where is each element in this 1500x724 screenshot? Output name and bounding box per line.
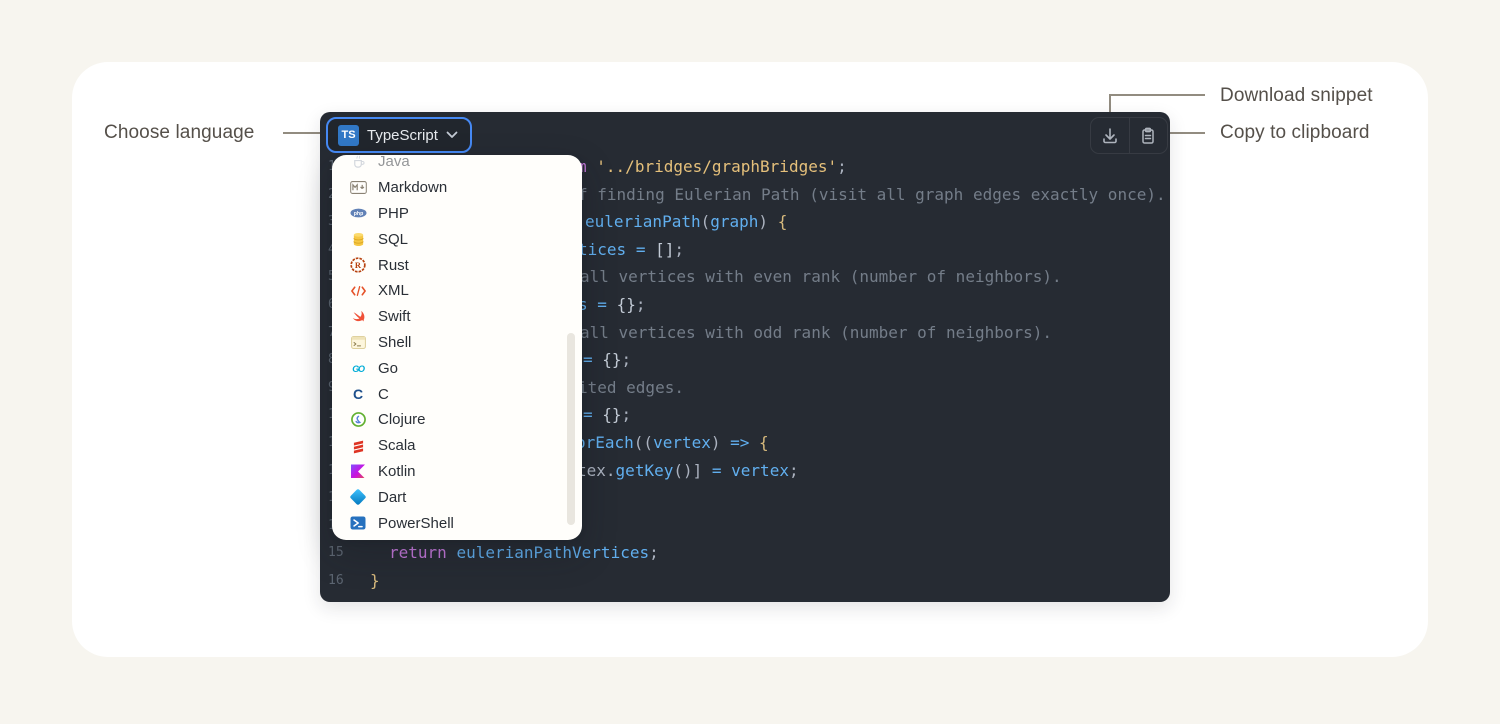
- xml-icon: [349, 282, 367, 300]
- svg-text:C: C: [353, 387, 363, 401]
- choose-language-label: Choose language: [104, 122, 254, 144]
- dropdown-item-kotlin[interactable]: Kotlin: [332, 459, 582, 485]
- line-number: 15: [328, 539, 348, 567]
- dropdown-item-label: XML: [378, 282, 409, 299]
- code-line: return eulerianPathVertices;: [389, 539, 659, 567]
- dropdown-item-label: SQL: [378, 231, 408, 248]
- dropdown-item-label: Scala: [378, 437, 416, 454]
- scala-icon: [349, 437, 367, 455]
- dropdown-item-scala[interactable]: Scala: [332, 433, 582, 459]
- sql-icon: [349, 230, 367, 248]
- code-line: tex.getKey()] = vertex;: [577, 457, 799, 485]
- dropdown-item-rust[interactable]: R Rust: [332, 252, 582, 278]
- svg-text:GO: GO: [352, 364, 365, 373]
- code-line: f finding Eulerian Path (visit all graph…: [578, 181, 1166, 209]
- dropdown-item-label: Markdown: [378, 179, 447, 196]
- dropdown-item-label: Clojure: [378, 411, 426, 428]
- dropdown-item-label: PowerShell: [378, 515, 454, 532]
- code-line: all vertices with even rank (number of n…: [580, 263, 1062, 291]
- download-icon: [1100, 126, 1120, 146]
- svg-text:php: php: [353, 212, 363, 218]
- typescript-logo-icon: TS: [338, 125, 359, 146]
- go-icon: GO: [349, 359, 367, 377]
- dropdown-item-php[interactable]: php PHP: [332, 201, 582, 227]
- dropdown-item-c[interactable]: CC: [332, 381, 582, 407]
- code-line: all vertices with odd rank (number of ne…: [580, 319, 1052, 347]
- svg-text:R: R: [355, 260, 362, 270]
- dropdown-item-sql[interactable]: SQL: [332, 226, 582, 252]
- download-snippet-label: Download snippet: [1220, 85, 1373, 107]
- dropdown-item-label: C: [378, 386, 389, 403]
- shell-icon: [349, 333, 367, 351]
- dropdown-item-go[interactable]: GO Go: [332, 355, 582, 381]
- line-number: 16: [328, 567, 348, 595]
- code-line: m '../bridges/graphBridges';: [577, 153, 847, 181]
- dropdown-item-label: Dart: [378, 489, 406, 506]
- dart-icon: [349, 488, 367, 506]
- code-line: }: [370, 567, 380, 595]
- code-line: eulerianPath(graph) {: [585, 208, 787, 236]
- dropdown-item-xml[interactable]: XML: [332, 278, 582, 304]
- dropdown-item-dart[interactable]: Dart: [332, 484, 582, 510]
- copy-connector: [1167, 132, 1205, 134]
- dropdown-item-swift[interactable]: Swift: [332, 304, 582, 330]
- php-icon: php: [349, 204, 367, 222]
- clipboard-icon: [1138, 126, 1158, 146]
- download-connector-horizontal: [1109, 94, 1205, 96]
- powershell-icon: [349, 514, 367, 532]
- markdown-icon: [349, 179, 367, 197]
- code-line: orEach((vertex) => {: [576, 429, 769, 457]
- swift-icon: [349, 308, 367, 326]
- language-selector-value: TypeScript: [367, 127, 438, 144]
- language-dropdown-list: Java Markdown php PHP SQL R Rust XML Swift Shell G…: [332, 155, 582, 536]
- copy-to-clipboard-label: Copy to clipboard: [1220, 122, 1370, 144]
- download-connector-vertical: [1109, 94, 1111, 114]
- dropdown-item-java[interactable]: Java: [332, 155, 582, 175]
- dropdown-item-label: Go: [378, 360, 398, 377]
- code-line: = {};: [583, 346, 631, 374]
- dropdown-item-label: Rust: [378, 257, 409, 274]
- dropdown-item-clojure[interactable]: Clojure: [332, 407, 582, 433]
- code-line: s = {};: [578, 291, 645, 319]
- dropdown-item-label: Swift: [378, 308, 411, 325]
- dropdown-item-shell[interactable]: Shell: [332, 330, 582, 356]
- dropdown-item-label: Kotlin: [378, 463, 416, 480]
- choose-language-connector: [283, 132, 323, 134]
- dropdown-item-powershell[interactable]: PowerShell: [332, 510, 582, 536]
- dropdown-item-label: Shell: [378, 334, 411, 351]
- code-line: tices = [];: [578, 236, 684, 264]
- dropdown-item-label: Java: [378, 155, 410, 170]
- dropdown-scrollbar[interactable]: [567, 333, 575, 525]
- code-line: = {};: [583, 401, 631, 429]
- c-icon: C: [349, 385, 367, 403]
- code-line: ited edges.: [578, 374, 684, 402]
- clojure-icon: [349, 411, 367, 429]
- dropdown-item-markdown[interactable]: Markdown: [332, 175, 582, 201]
- language-selector-button[interactable]: TS TypeScript: [326, 117, 472, 153]
- rust-icon: R: [349, 256, 367, 274]
- dropdown-item-label: PHP: [378, 205, 409, 222]
- download-button[interactable]: [1091, 118, 1129, 153]
- snippet-actions-group: [1090, 117, 1168, 154]
- copy-button[interactable]: [1129, 118, 1168, 153]
- kotlin-icon: [349, 462, 367, 480]
- chevron-down-icon: [446, 131, 458, 139]
- language-dropdown: Java Markdown php PHP SQL R Rust XML Swift Shell G…: [332, 155, 582, 540]
- java-icon: [349, 155, 367, 171]
